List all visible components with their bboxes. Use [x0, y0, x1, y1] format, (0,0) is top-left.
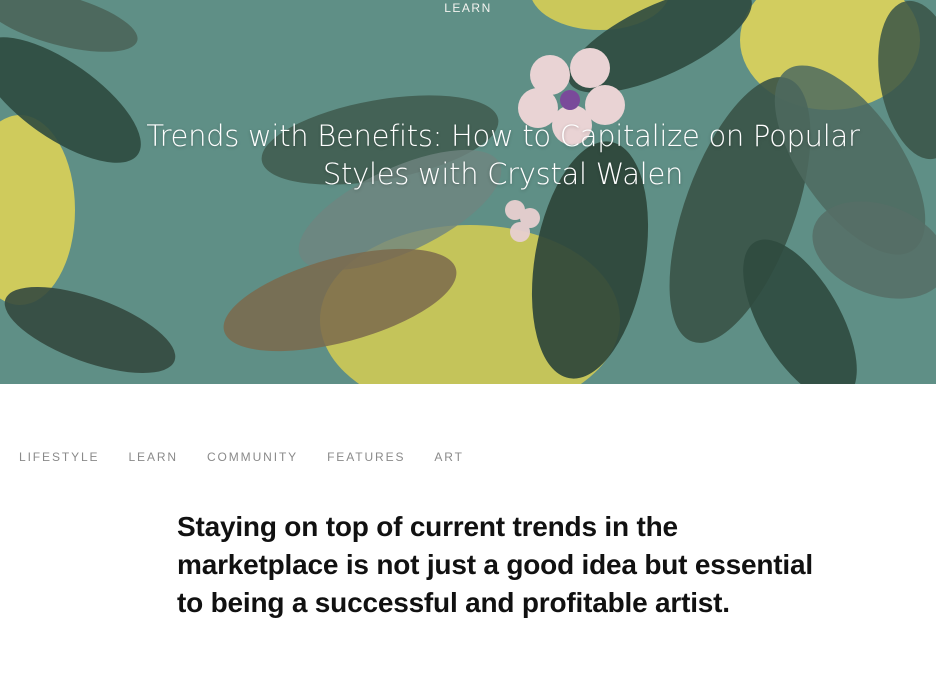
article-lead-paragraph: Staying on top of current trends in the … — [177, 511, 813, 618]
nav-item-lifestyle[interactable]: LIFESTYLE — [19, 450, 99, 464]
hero-category-label[interactable]: LEARN — [0, 1, 936, 15]
article-title: Trends with Benefits: How to Capitalize … — [146, 119, 860, 191]
category-nav: LIFESTYLE LEARN COMMUNITY FEATURES ART — [19, 449, 493, 465]
nav-item-features[interactable]: FEATURES — [327, 450, 405, 464]
nav-item-art[interactable]: ART — [434, 450, 463, 464]
hero-banner: LEARN Trends with Benefits: How to Capit… — [0, 0, 936, 384]
nav-item-community[interactable]: COMMUNITY — [207, 450, 298, 464]
nav-item-learn[interactable]: LEARN — [128, 450, 178, 464]
